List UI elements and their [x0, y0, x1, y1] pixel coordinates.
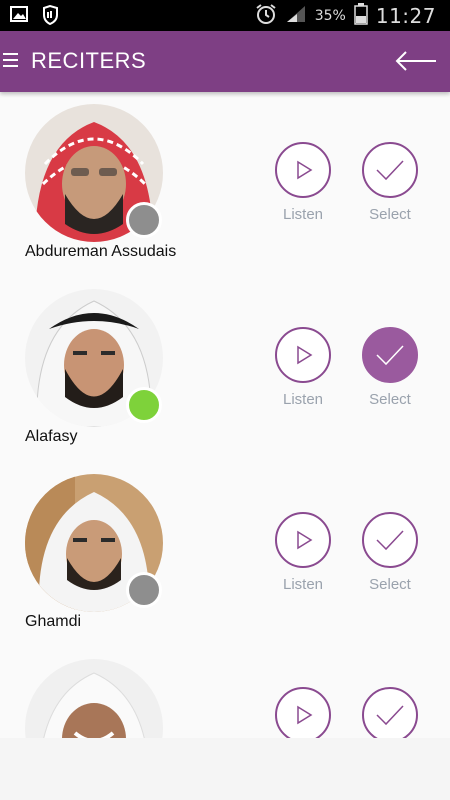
play-icon [297, 705, 313, 725]
reciter-avatar[interactable] [25, 104, 163, 242]
list-item: Abdureman Assudais Listen Select [0, 92, 450, 277]
select-label: Select [369, 206, 411, 223]
play-icon [297, 160, 313, 180]
listen-label: Listen [282, 576, 324, 593]
shield-hand-icon [40, 4, 60, 29]
check-icon [376, 160, 404, 181]
back-arrow-icon[interactable] [394, 47, 438, 75]
alarm-icon [255, 3, 277, 29]
select-button[interactable] [362, 687, 418, 738]
offline-status-dot [126, 202, 162, 238]
reciter-name: Alafasy [25, 428, 78, 445]
select-label: Select [369, 576, 411, 593]
list-item: Ghamdi Listen Select [0, 462, 450, 647]
listen-button[interactable] [275, 142, 331, 198]
image-icon [10, 5, 28, 29]
bottom-area [0, 738, 450, 800]
check-icon [376, 345, 404, 366]
battery-percent: 35% [314, 8, 346, 24]
select-button-selected[interactable] [362, 327, 418, 383]
select-label: Select [369, 391, 411, 408]
offline-status-dot [126, 572, 162, 608]
select-button[interactable] [362, 142, 418, 198]
play-icon [297, 345, 313, 365]
hamburger-menu-icon[interactable] [3, 53, 19, 69]
listen-button[interactable] [275, 512, 331, 568]
reciter-avatar[interactable] [25, 659, 163, 738]
listen-button[interactable] [275, 687, 331, 738]
check-icon [376, 705, 404, 726]
app-bar: RECITERS [0, 31, 450, 92]
play-icon [297, 530, 313, 550]
reciter-avatar[interactable] [25, 289, 163, 427]
reciter-list: Abdureman Assudais Listen Select Alafasy… [0, 92, 450, 738]
list-item: Alafasy Listen Select [0, 277, 450, 462]
status-bar: 35% 11:27 [0, 0, 450, 31]
online-status-dot [126, 387, 162, 423]
check-icon [376, 530, 404, 551]
list-item [0, 647, 450, 738]
battery-icon [354, 3, 368, 29]
signal-icon [285, 4, 307, 28]
page-title: RECITERS [31, 48, 147, 73]
listen-label: Listen [282, 391, 324, 408]
reciter-name: Abdureman Assudais [25, 243, 177, 260]
reciter-avatar[interactable] [25, 474, 163, 612]
select-button[interactable] [362, 512, 418, 568]
listen-button[interactable] [275, 327, 331, 383]
clock: 11:27 [375, 4, 436, 28]
reciter-name: Ghamdi [25, 613, 82, 630]
listen-label: Listen [282, 206, 324, 223]
